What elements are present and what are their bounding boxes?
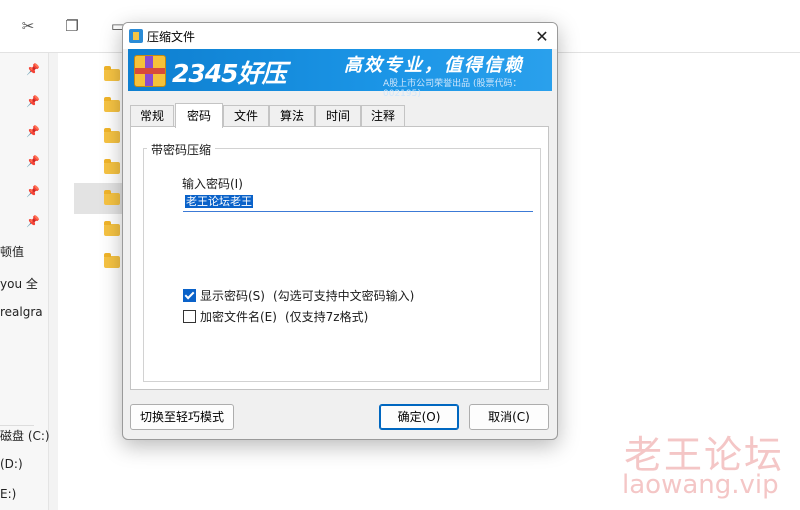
tab-comment[interactable]: 注释 [361, 105, 405, 127]
pin-icon: 📌 [26, 125, 40, 138]
tab-password[interactable]: 密码 [175, 103, 223, 128]
watermark-url: laowang.vip [622, 470, 779, 500]
folder-icon[interactable] [104, 97, 120, 112]
encrypt-names-note: (仅支持7z格式) [284, 310, 369, 324]
tab-files[interactable]: 文件 [223, 105, 269, 127]
ok-button[interactable]: 确定(O) [379, 404, 459, 430]
sidebar-drive-e[interactable]: E:) [0, 487, 16, 501]
password-input[interactable]: 老王论坛老王 [183, 193, 533, 212]
tab-algorithm[interactable]: 算法 [269, 105, 315, 127]
password-value: 老王论坛老王 [185, 195, 253, 208]
banner-slogan: 高效专业，值得信赖 [344, 55, 524, 76]
show-password-option[interactable]: 显示密码(S) (勾选可支持中文密码输入) [183, 287, 414, 304]
show-password-note: (勾选可支持中文密码输入) [272, 289, 415, 303]
pin-icon: 📌 [26, 215, 40, 228]
show-password-checkbox[interactable] [183, 289, 196, 302]
folder-icon[interactable] [104, 128, 120, 143]
folder-icon[interactable] [104, 159, 120, 174]
sidebar-item-label[interactable]: realgra [0, 305, 43, 319]
folder-icon[interactable] [104, 253, 120, 268]
group-title: 带密码压缩 [147, 141, 216, 158]
copy-icon[interactable]: ❐ [60, 14, 84, 38]
cancel-button[interactable]: 取消(C) [469, 404, 549, 430]
encrypt-names-checkbox[interactable] [183, 310, 196, 323]
folder-icon[interactable] [104, 190, 120, 205]
pin-icon: 📌 [26, 155, 40, 168]
explorer-sidebar: 📌 📌 📌 📌 📌 📌 顿值 you 全 realgra 磁盘 (C:) (D:… [0, 53, 50, 510]
encrypt-names-label: 加密文件名(E) [200, 310, 277, 324]
switch-mode-button[interactable]: 切换至轻巧模式 [130, 404, 234, 430]
sidebar-divider [0, 425, 34, 426]
pin-icon: 📌 [26, 63, 40, 76]
banner-subtitle: A股上市公司荣誉出品 (股票代码：002195) [383, 79, 522, 99]
app-icon [129, 29, 143, 43]
folder-icon[interactable] [104, 221, 120, 236]
folder-icon[interactable] [104, 66, 120, 81]
dialog-titlebar[interactable]: 压缩文件 ✕ [123, 23, 557, 49]
close-button[interactable]: ✕ [531, 25, 553, 47]
sidebar-drive-d[interactable]: (D:) [0, 457, 23, 471]
sidebar-item-label[interactable]: 顿值 [0, 243, 24, 260]
pin-icon: 📌 [26, 185, 40, 198]
archive-logo-icon [134, 55, 166, 87]
cut-icon[interactable]: ✂ [16, 14, 40, 38]
password-label: 输入密码(I) [182, 177, 243, 191]
password-tab-panel: 带密码压缩 输入密码(I) 老王论坛老王 显示密码(S) (勾选可支持中文密码输… [130, 126, 549, 390]
tab-time[interactable]: 时间 [315, 105, 361, 127]
tab-general[interactable]: 常规 [130, 105, 174, 127]
dialog-title: 压缩文件 [147, 30, 196, 44]
brand-banner: 2345好压 高效专业，值得信赖 A股上市公司荣誉出品 (股票代码：002195… [128, 49, 552, 99]
banner-brand: 2345好压 [172, 59, 287, 88]
compress-dialog: 压缩文件 ✕ 2345好压 高效专业，值得信赖 A股上市公司荣誉出品 (股票代码… [122, 22, 558, 440]
sidebar-drive-c[interactable]: 磁盘 (C:) [0, 427, 50, 444]
encrypt-names-option[interactable]: 加密文件名(E) (仅支持7z格式) [183, 308, 368, 325]
show-password-label: 显示密码(S) [200, 289, 265, 303]
pin-icon: 📌 [26, 95, 40, 108]
sidebar-item-label[interactable]: you 全 [0, 275, 38, 292]
